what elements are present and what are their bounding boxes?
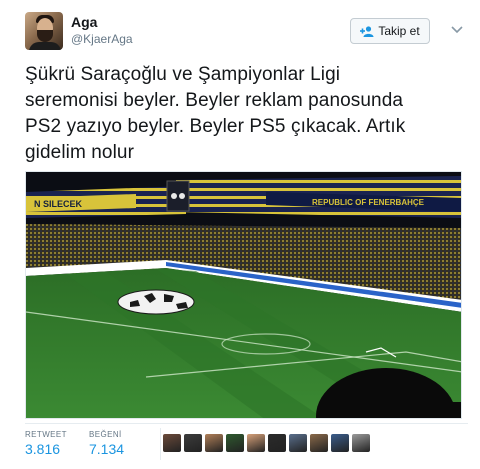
liker-avatar[interactable]	[352, 434, 370, 452]
liker-avatar[interactable]	[226, 434, 244, 452]
add-user-icon	[360, 26, 374, 37]
like-stat[interactable]: BEĞENİ 7.134	[89, 430, 124, 457]
liker-avatars	[163, 434, 370, 454]
like-count: 7.134	[89, 441, 125, 457]
banner-right-text: REPUBLIC OF FENERBAHÇE	[312, 198, 425, 207]
liker-avatar[interactable]	[184, 434, 202, 452]
liker-avatar[interactable]	[310, 434, 328, 452]
retweet-stat[interactable]: RETWEET 3.816	[25, 430, 67, 457]
tweet-text: Şükrü Saraçoğlu ve Şampiyonlar Ligi sere…	[25, 64, 406, 163]
liker-avatar[interactable]	[268, 434, 286, 452]
retweet-count: 3.816	[25, 441, 61, 457]
avatar[interactable]	[25, 12, 63, 50]
retweet-label: RETWEET	[25, 430, 67, 439]
follow-button[interactable]: Takip et	[350, 18, 430, 44]
liker-avatar[interactable]	[331, 434, 349, 452]
user-name[interactable]: Aga	[71, 14, 97, 30]
liker-avatar[interactable]	[289, 434, 307, 452]
banner-left-text: N SILECEK	[34, 199, 83, 209]
follow-label: Takip et	[378, 24, 420, 38]
liker-avatar[interactable]	[247, 434, 265, 452]
tweet-stats: RETWEET 3.816 BEĞENİ 7.134	[25, 423, 468, 464]
tweet-photo[interactable]: N SILECEK REPUBLIC OF FENERBAHÇE PlaySta…	[25, 171, 462, 419]
liker-avatar[interactable]	[163, 434, 181, 452]
like-label: BEĞENİ	[89, 430, 122, 439]
tweet-header: Aga @KjaerAga Takip et	[25, 12, 468, 52]
chevron-down-icon[interactable]	[450, 22, 464, 34]
stadium-photo: N SILECEK REPUBLIC OF FENERBAHÇE PlaySta…	[26, 172, 461, 418]
user-handle[interactable]: @KjaerAga	[71, 32, 133, 46]
stats-divider	[160, 428, 161, 460]
liker-avatar[interactable]	[205, 434, 223, 452]
